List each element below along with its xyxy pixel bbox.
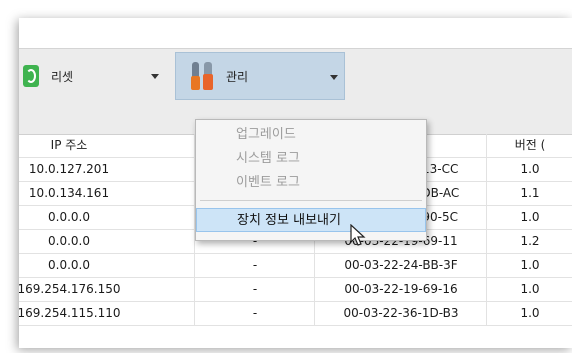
col2-cell: - bbox=[194, 302, 315, 325]
table-row[interactable]: 169.254.115.110 - 00-03-22-36-1D-B3 1.0 bbox=[19, 302, 572, 326]
ip-cell: 0.0.0.0 bbox=[48, 234, 90, 248]
manage-dropdown-menu: 업그레이드 시스템 로그 이벤트 로그 장치 정보 내보내기 bbox=[195, 119, 427, 241]
version-cell: 1.0 bbox=[486, 206, 572, 229]
tools-icon bbox=[190, 60, 216, 92]
manage-button[interactable]: 관리 bbox=[175, 52, 345, 100]
version-cell: 1.0 bbox=[486, 278, 572, 301]
chevron-down-icon bbox=[330, 75, 338, 80]
ip-cell: 10.0.127.201 bbox=[28, 162, 110, 176]
ip-cell: 169.254.176.150 bbox=[19, 282, 121, 296]
version-cell: 1.0 bbox=[486, 158, 572, 181]
version-cell: 1.1 bbox=[486, 182, 572, 205]
mac-cell: 00-03-22-19-69-16 bbox=[314, 278, 487, 301]
version-cell: 1.0 bbox=[486, 254, 572, 277]
ip-cell: 169.254.115.110 bbox=[19, 306, 121, 320]
menu-item-event-log: 이벤트 로그 bbox=[236, 175, 300, 190]
reset-button-label: 리셋 bbox=[51, 69, 74, 84]
menu-item-upgrade: 업그레이드 bbox=[236, 127, 296, 142]
col2-cell: - bbox=[194, 278, 315, 301]
table-row[interactable]: 169.254.176.150 - 00-03-22-19-69-16 1.0 bbox=[19, 278, 572, 302]
manage-button-label: 관리 bbox=[226, 69, 249, 84]
app-window: 리셋 관리 IP 주소 MAC 주소 버전 ( 10.0.127.201 00-… bbox=[19, 18, 572, 348]
mac-cell: 00-03-22-24-BB-3F bbox=[314, 254, 487, 277]
column-header-version[interactable]: 버전 ( bbox=[486, 134, 572, 157]
ip-cell: 0.0.0.0 bbox=[48, 210, 90, 224]
reset-icon bbox=[23, 65, 39, 87]
col2-cell: - bbox=[194, 254, 315, 277]
reset-button[interactable]: 리셋 bbox=[19, 52, 169, 100]
mac-cell: 00-03-22-36-1D-B3 bbox=[314, 302, 487, 325]
chevron-down-icon bbox=[151, 74, 159, 79]
table-row[interactable]: 0.0.0.0 - 00-03-22-24-BB-3F 1.0 bbox=[19, 254, 572, 278]
menu-item-system-log: 시스템 로그 bbox=[236, 151, 300, 166]
ip-cell: 10.0.134.161 bbox=[28, 186, 110, 200]
version-cell: 1.0 bbox=[486, 302, 572, 325]
version-cell: 1.2 bbox=[486, 230, 572, 253]
ip-cell: 0.0.0.0 bbox=[48, 258, 90, 272]
menu-separator bbox=[200, 200, 422, 201]
menu-item-export-device-info[interactable]: 장치 정보 내보내기 bbox=[196, 208, 426, 232]
column-header-ip[interactable]: IP 주소 bbox=[19, 134, 139, 157]
